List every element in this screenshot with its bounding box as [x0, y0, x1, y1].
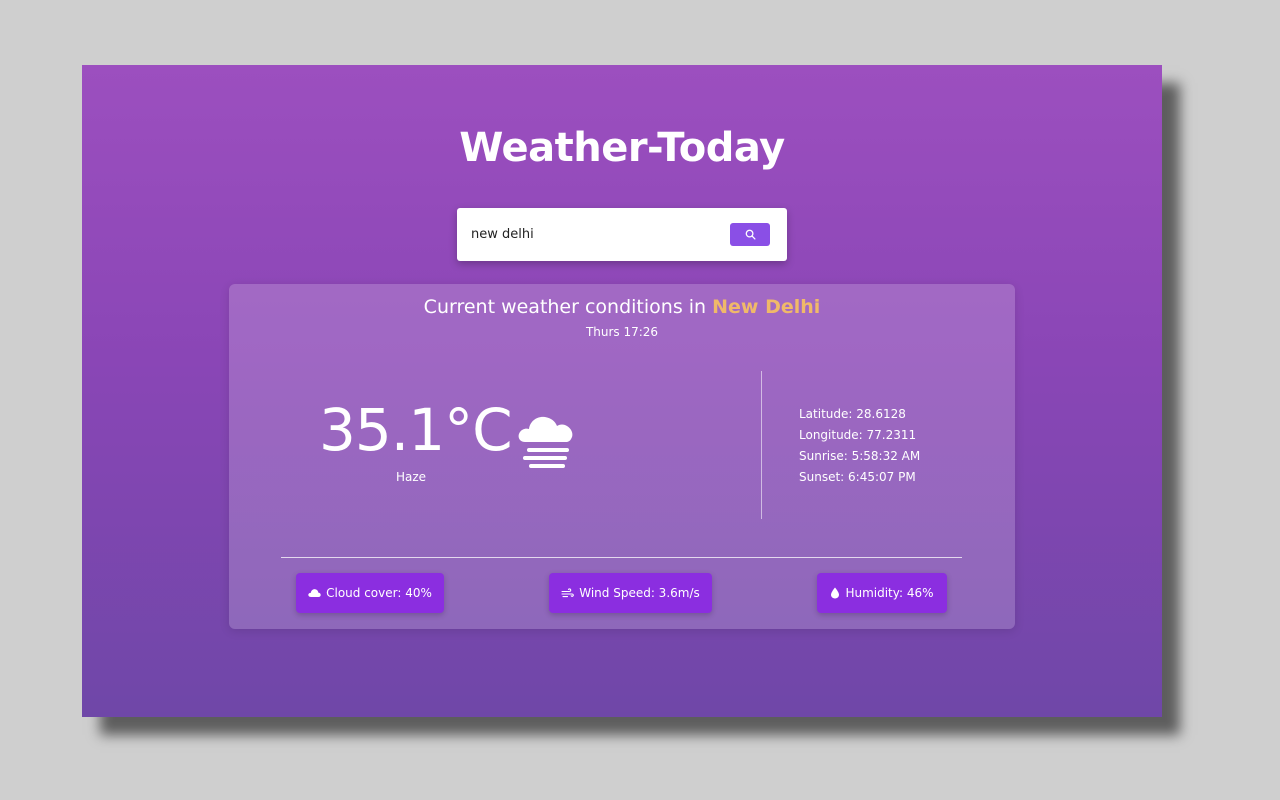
- temperature: 35.1°C: [319, 396, 513, 464]
- humidity-button[interactable]: Humidity: 46%: [817, 573, 947, 613]
- wind-speed-label: Wind Speed: 3.6m/s: [579, 586, 700, 600]
- weather-card: Current weather conditions in New Delhi …: [229, 284, 1015, 629]
- water-drop-icon: [831, 587, 840, 599]
- current-time: Thurs 17:26: [585, 325, 659, 339]
- search-button[interactable]: [730, 223, 770, 246]
- weather-heading: Current weather conditions in New Delhi: [229, 296, 1015, 318]
- location-details: Latitude: 28.6128 Longitude: 77.2311 Sun…: [799, 404, 920, 488]
- sunset: Sunset: 6:45:07 PM: [799, 470, 916, 484]
- search-input[interactable]: [467, 220, 717, 248]
- horizontal-divider: [281, 557, 962, 558]
- sunrise: Sunrise: 5:58:32 AM: [799, 449, 921, 463]
- longitude: Longitude: 77.2311: [799, 428, 917, 442]
- cloud-icon: [308, 589, 321, 597]
- city-name: New Delhi: [712, 296, 821, 318]
- wind-icon: [561, 587, 575, 597]
- cloud-cover-button[interactable]: Cloud cover: 40%: [296, 573, 444, 613]
- vertical-divider: [761, 371, 762, 519]
- search-box: [457, 208, 787, 261]
- haze-icon: [518, 416, 573, 468]
- latitude: Latitude: 28.6128: [799, 407, 906, 421]
- weather-condition: Haze: [395, 470, 427, 484]
- app-title: Weather-Today: [459, 125, 785, 171]
- humidity-label: Humidity: 46%: [845, 586, 934, 600]
- heading-prefix: Current weather conditions in: [423, 296, 707, 318]
- search-icon: [745, 229, 756, 240]
- wind-speed-button[interactable]: Wind Speed: 3.6m/s: [549, 573, 712, 613]
- app-window: Weather-Today Current weather conditions…: [82, 65, 1162, 717]
- cloud-cover-label: Cloud cover: 40%: [326, 586, 432, 600]
